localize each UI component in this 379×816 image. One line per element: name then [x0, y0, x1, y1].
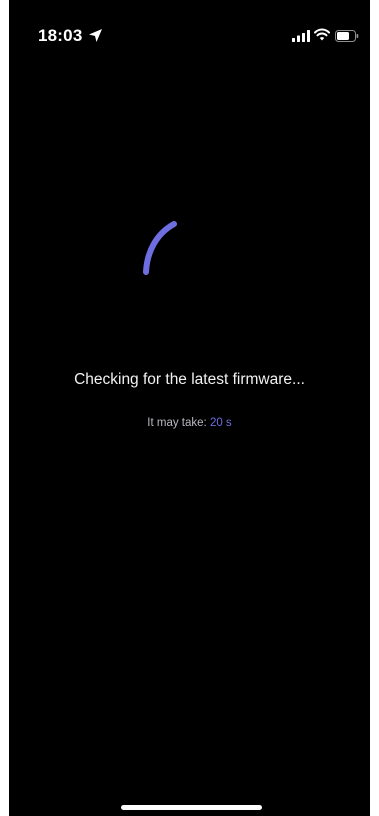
- home-indicator[interactable]: [121, 805, 262, 810]
- status-bar: 18:03: [9, 0, 370, 54]
- location-arrow-icon: [88, 28, 103, 43]
- estimated-time-label: It may take:: [147, 417, 207, 429]
- loading-title: Checking for the latest firmware...: [74, 371, 305, 388]
- estimated-time-value: 20 s: [209, 417, 232, 429]
- battery-icon: [335, 29, 359, 42]
- phone-screen: 18:03 Checking for the latest firmware..…: [9, 0, 370, 816]
- estimated-time: It may take: 20 s: [9, 415, 370, 431]
- wifi-icon: [314, 28, 330, 41]
- status-time: 18:03: [38, 26, 83, 45]
- cellular-signal-icon: [292, 29, 310, 42]
- spinner-arc-icon: [136, 212, 200, 282]
